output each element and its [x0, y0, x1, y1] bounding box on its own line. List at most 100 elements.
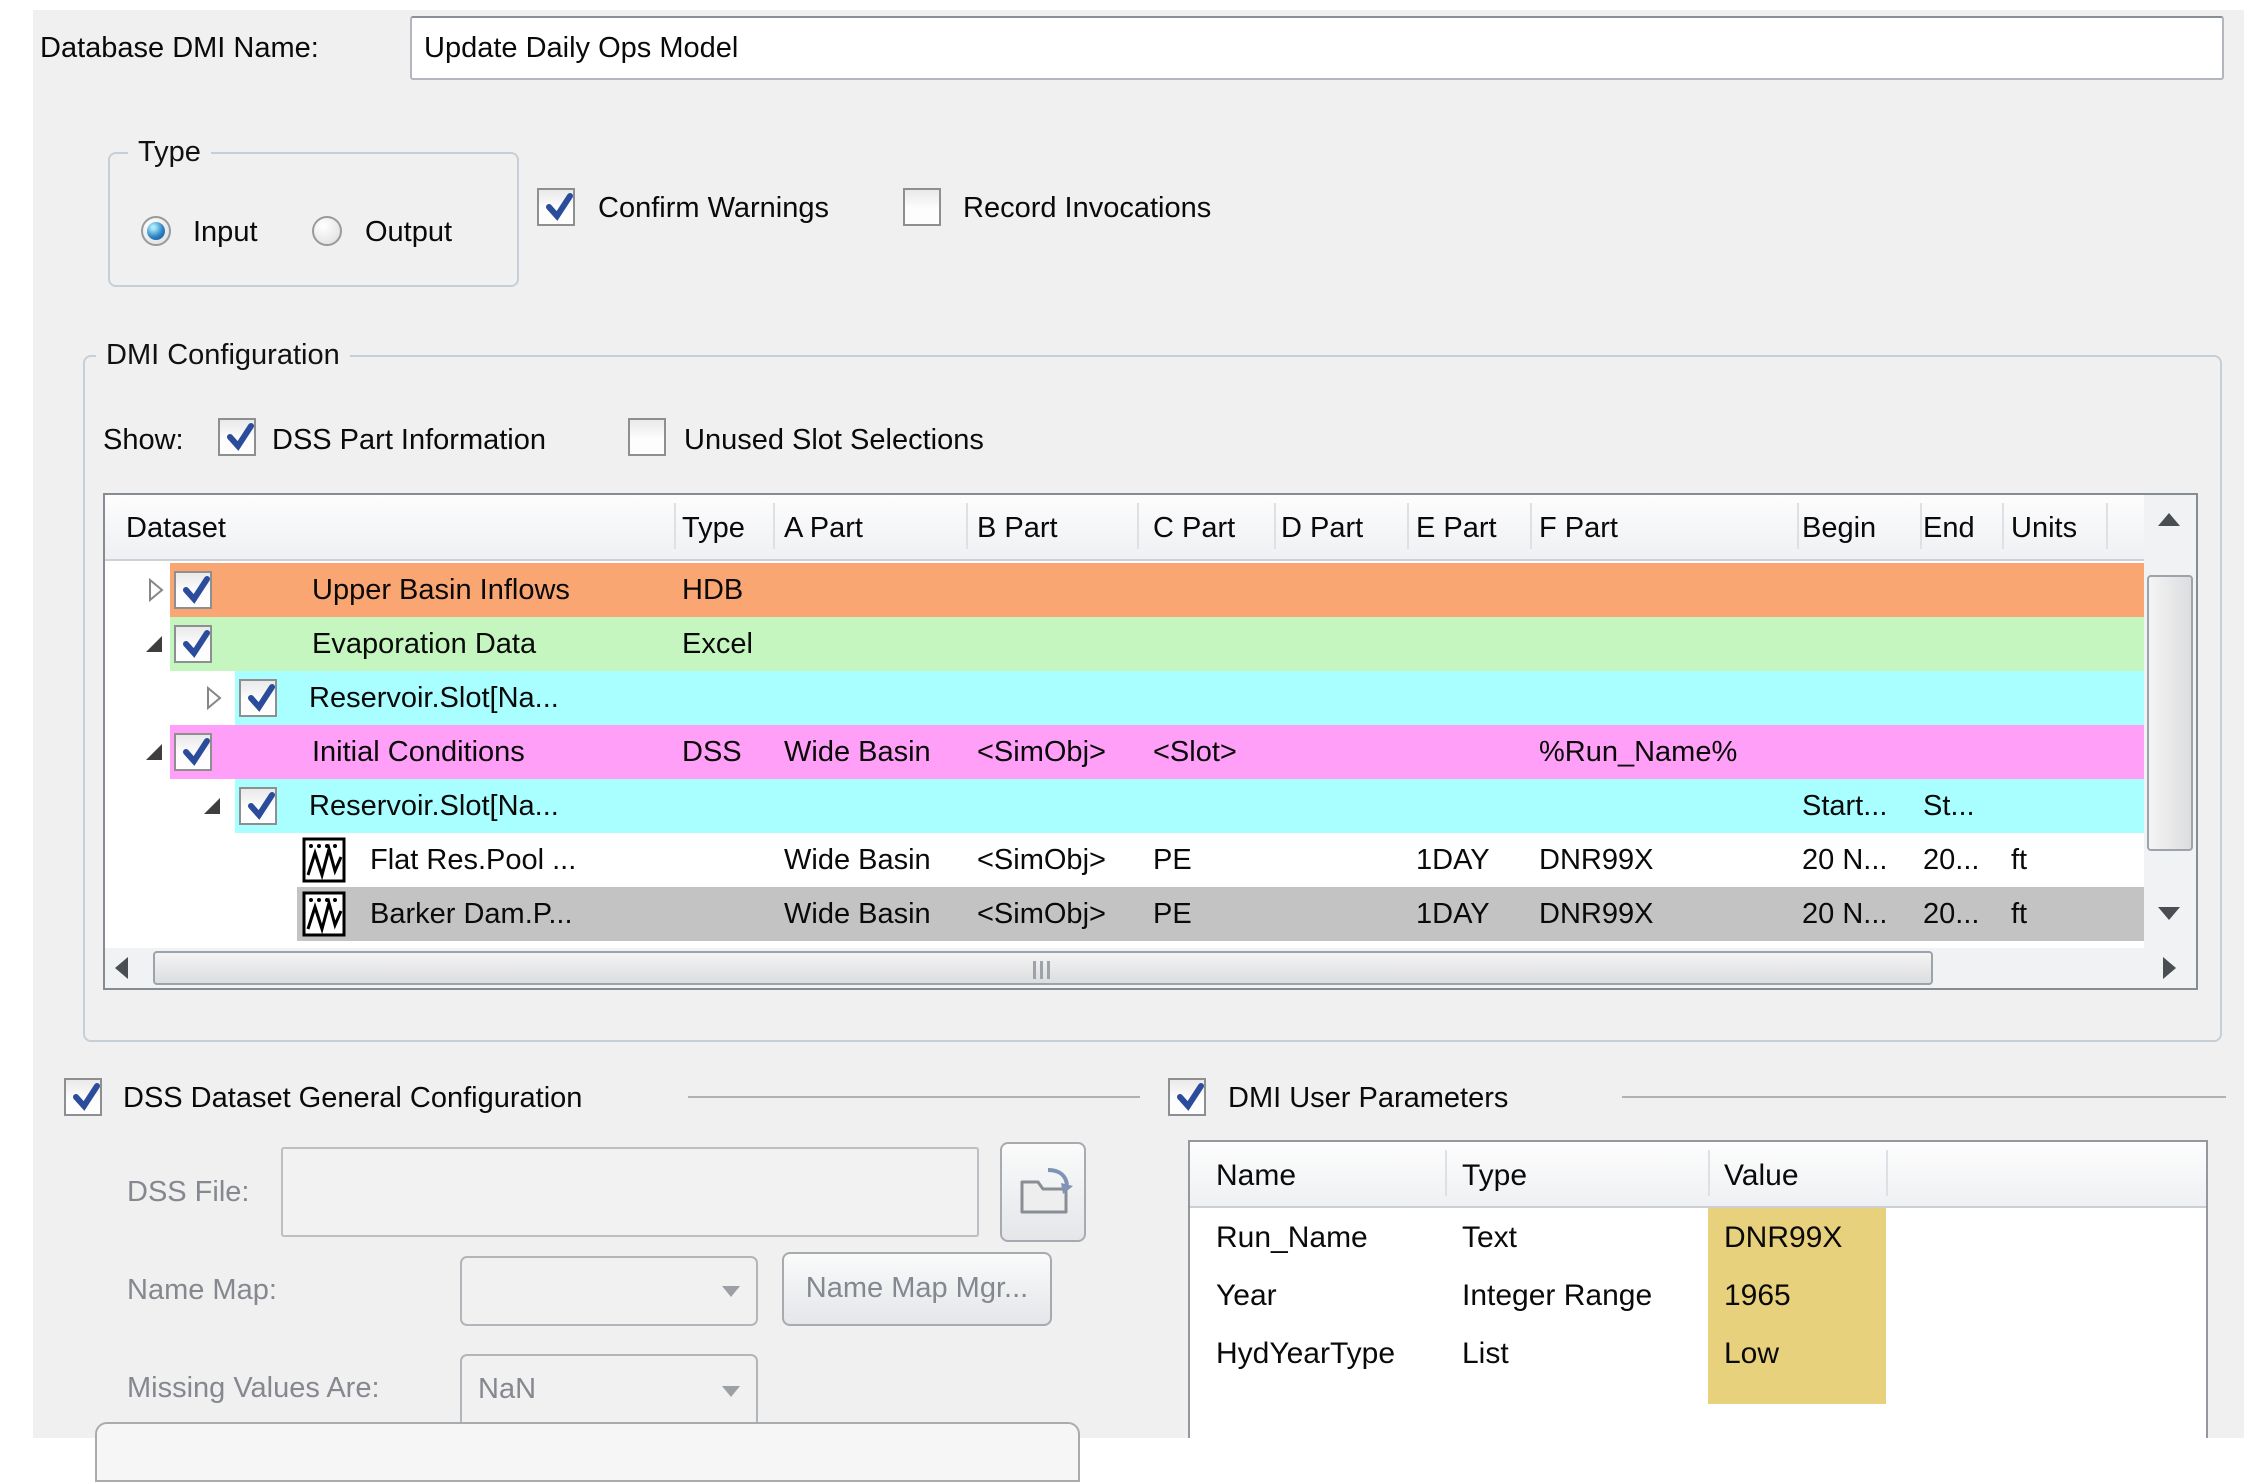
dataset-name: Reservoir.Slot[Na...	[309, 683, 559, 713]
dss-part-information-label[interactable]: DSS Part Information	[272, 424, 546, 457]
column-header-e-part[interactable]: E Part	[1416, 512, 1497, 545]
dataset-table-header[interactable]: Dataset Type A Part B Part C Part D Part E Par…	[105, 495, 2144, 561]
horizontal-scrollbar-thumb[interactable]	[153, 951, 1933, 985]
column-header-b-part[interactable]: B Part	[977, 512, 1058, 545]
column-header-dataset[interactable]: Dataset	[126, 512, 226, 545]
param-value[interactable]: DNR99X	[1724, 1221, 1842, 1255]
cell-b: <SimObj>	[977, 845, 1106, 875]
column-header-begin[interactable]: Begin	[1802, 512, 1876, 545]
input-radio[interactable]	[141, 216, 171, 246]
cell-end: St...	[1923, 791, 1975, 821]
cell-e: 1DAY	[1416, 899, 1490, 929]
cell-f: %Run_Name%	[1539, 737, 1737, 767]
column-header-d-part[interactable]: D Part	[1281, 512, 1363, 545]
column-divider	[1445, 1150, 1447, 1196]
column-divider	[773, 503, 775, 549]
missing-values-dropdown[interactable]: NaN	[460, 1354, 758, 1428]
check-icon	[177, 733, 215, 771]
vertical-scrollbar-thumb[interactable]	[2147, 575, 2193, 851]
scroll-right-icon[interactable]	[2163, 957, 2176, 979]
row-checkbox[interactable]	[239, 679, 277, 717]
expand-expanded-icon[interactable]	[143, 631, 169, 662]
parameters-table[interactable]: NameTypeValue Run_NameTextDNR99XYearInte…	[1188, 1140, 2208, 1438]
expand-collapsed-icon[interactable]	[143, 577, 169, 608]
expand-collapsed-icon[interactable]	[201, 685, 227, 716]
column-divider	[1797, 503, 1799, 549]
scroll-left-icon[interactable]	[115, 957, 128, 979]
param-column-header-type[interactable]: Type	[1462, 1159, 1527, 1193]
param-type: Text	[1462, 1221, 1517, 1255]
dss-general-config-title[interactable]: DSS Dataset General Configuration	[123, 1082, 582, 1115]
record-invocations-label[interactable]: Record Invocations	[963, 192, 1211, 225]
param-column-header-value[interactable]: Value	[1724, 1159, 1799, 1193]
column-divider	[2002, 503, 2004, 549]
dmi-user-parameters-checkbox[interactable]	[1168, 1078, 1206, 1116]
column-header-type[interactable]: Type	[682, 512, 745, 545]
vertical-scrollbar[interactable]	[2144, 495, 2196, 948]
database-dmi-name-input[interactable]	[410, 16, 2224, 80]
input-radio-label[interactable]: Input	[193, 216, 258, 249]
expand-expanded-icon[interactable]	[201, 793, 227, 824]
name-map-label: Name Map:	[127, 1274, 277, 1307]
cell-b: <SimObj>	[977, 737, 1106, 767]
confirm-warnings-checkbox[interactable]	[537, 188, 575, 226]
dss-file-browse-button[interactable]	[1000, 1142, 1086, 1242]
column-header-a-part[interactable]: A Part	[784, 512, 863, 545]
dataset-table[interactable]: Dataset Type A Part B Part C Part D Part E Par…	[103, 493, 2198, 990]
expand-expanded-icon[interactable]	[143, 739, 169, 770]
column-header-end[interactable]: End	[1923, 512, 1975, 545]
param-name: Run_Name	[1216, 1221, 1368, 1255]
missing-values-label: Missing Values Are:	[127, 1372, 380, 1405]
cell-begin: 20 N...	[1802, 899, 1887, 929]
column-header-c-part[interactable]: C Part	[1153, 512, 1235, 545]
dmi-editor-dialog: { "header": { "name_label": "Database DM…	[0, 0, 2244, 1438]
unused-slot-selections-checkbox[interactable]	[628, 418, 666, 456]
confirm-warnings-label[interactable]: Confirm Warnings	[598, 192, 829, 225]
dataset-name: Flat Res.Pool ...	[370, 845, 576, 875]
param-type: List	[1462, 1337, 1509, 1371]
scroll-up-icon[interactable]	[2158, 513, 2180, 526]
param-value[interactable]: Low	[1724, 1337, 1779, 1371]
param-value[interactable]: 1965	[1724, 1279, 1791, 1313]
scroll-down-icon[interactable]	[2158, 907, 2180, 920]
dss-file-input[interactable]	[281, 1147, 979, 1237]
cell-b: <SimObj>	[977, 899, 1106, 929]
name-map-dropdown[interactable]	[460, 1256, 758, 1326]
row-checkbox[interactable]	[174, 733, 212, 771]
cell-f: DNR99X	[1539, 845, 1653, 875]
open-file-icon	[1014, 1164, 1074, 1224]
param-column-header-name[interactable]: Name	[1216, 1159, 1296, 1193]
name-map-manager-label: Name Map Mgr...	[784, 1272, 1050, 1305]
parameters-table-header[interactable]: Name Type Value	[1190, 1142, 2206, 1208]
thumb-grip	[1033, 961, 1036, 979]
row-checkbox[interactable]	[174, 571, 212, 609]
cell-c: <Slot>	[1153, 737, 1237, 767]
column-divider	[1137, 503, 1139, 549]
dss-part-information-checkbox[interactable]	[218, 418, 256, 456]
type-groupbox	[108, 152, 519, 287]
column-divider	[2106, 503, 2108, 549]
series-slot-icon	[302, 837, 346, 888]
param-name: Year	[1216, 1279, 1277, 1313]
chevron-down-icon	[722, 1286, 740, 1297]
output-radio-label[interactable]: Output	[365, 216, 452, 249]
name-map-manager-button[interactable]: Name Map Mgr...	[782, 1252, 1052, 1326]
column-header-units[interactable]: Units	[2011, 512, 2077, 545]
record-invocations-checkbox[interactable]	[903, 188, 941, 226]
check-icon	[221, 418, 259, 456]
thumb-grip	[1040, 961, 1043, 979]
dss-file-value[interactable]	[295, 1149, 965, 1235]
cell-c: PE	[1153, 845, 1192, 875]
dmi-user-parameters-title[interactable]: DMI User Parameters	[1228, 1082, 1508, 1115]
dataset-name: Barker Dam.P...	[370, 899, 573, 929]
output-radio[interactable]	[312, 216, 342, 246]
database-dmi-name-value[interactable]	[424, 18, 2210, 78]
cell-type: Excel	[682, 629, 753, 659]
column-header-f-part[interactable]: F Part	[1539, 512, 1618, 545]
horizontal-scrollbar[interactable]	[105, 948, 2196, 988]
dss-general-config-checkbox[interactable]	[64, 1078, 102, 1116]
row-checkbox[interactable]	[174, 625, 212, 663]
database-dmi-name-label: Database DMI Name:	[40, 32, 319, 65]
unused-slot-selections-label[interactable]: Unused Slot Selections	[684, 424, 984, 457]
row-checkbox[interactable]	[239, 787, 277, 825]
